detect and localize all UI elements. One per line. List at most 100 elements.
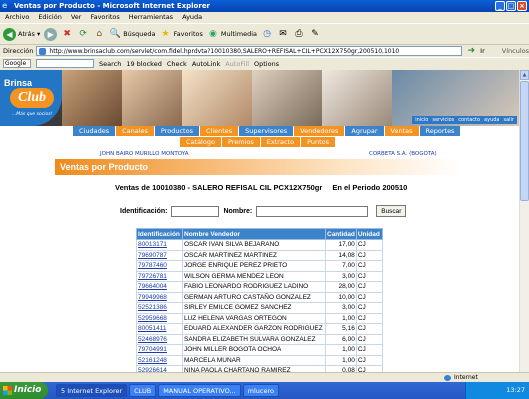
- nav-ventas[interactable]: Ventas: [384, 126, 420, 136]
- col-unidad[interactable]: Unidad: [355, 228, 383, 240]
- search-button[interactable]: 🔍 Búsqueda: [109, 28, 156, 40]
- cell-cantidad: 1,00: [325, 344, 357, 356]
- star-icon: ★: [161, 29, 170, 39]
- nav-ciudades[interactable]: Ciudades: [73, 126, 117, 136]
- cell-cantidad: 7,00: [325, 260, 357, 272]
- refresh-icon[interactable]: ⟳: [77, 28, 89, 40]
- cell-identificacion[interactable]: 79787460: [136, 260, 183, 272]
- cell-cantidad: 28,00: [325, 281, 357, 293]
- task-mlucero[interactable]: mlucero: [242, 384, 279, 397]
- menu-archivo[interactable]: Archivo: [5, 12, 29, 23]
- col-identificacion[interactable]: Identificación: [136, 228, 183, 240]
- cell-nombre: LUZ HELENA VARGAS ORTEGON: [182, 312, 326, 324]
- site-banner: Brinsa Club ...Más que socios! inicio se…: [0, 70, 519, 126]
- search-button[interactable]: Buscar: [376, 205, 407, 217]
- nav-salir[interactable]: salir: [503, 117, 514, 123]
- go-button[interactable]: Ir: [480, 47, 485, 55]
- name-input[interactable]: [256, 205, 369, 217]
- spell-check-button[interactable]: Check: [167, 60, 187, 68]
- go-arrow-icon[interactable]: ➜: [465, 45, 477, 57]
- brinsa-club-logo[interactable]: Brinsa Club ...Más que socios!: [0, 70, 62, 126]
- nav-vendedores[interactable]: Vendedores: [294, 126, 346, 136]
- cell-cantidad: 17,00: [325, 239, 357, 251]
- nav-supervisores[interactable]: Supervisores: [239, 126, 295, 136]
- cell-identificacion[interactable]: 52959668: [136, 312, 183, 324]
- menu-favoritos[interactable]: Favoritos: [90, 12, 119, 23]
- nav-productos[interactable]: Productos: [154, 126, 200, 136]
- maximize-button[interactable]: □: [506, 1, 516, 11]
- nav-inicio[interactable]: inicio: [415, 117, 428, 123]
- cell-identificacion[interactable]: 79664004: [136, 281, 183, 293]
- cell-cantidad: 6,00: [325, 333, 357, 345]
- table-row: 79704991 JOHN MILLER BOGOTA OCHOA 1,00 CJ: [136, 344, 383, 356]
- google-search-input[interactable]: [36, 59, 94, 68]
- nav-agrupar[interactable]: Agrupar: [345, 126, 385, 136]
- cell-identificacion[interactable]: 79704991: [136, 344, 183, 356]
- vertical-scrollbar[interactable]: ▲ ▼: [519, 70, 529, 382]
- nav-extracto[interactable]: Extracto: [260, 137, 302, 147]
- task-club[interactable]: CLUB: [129, 384, 157, 397]
- nav-contacto[interactable]: contacto: [458, 117, 480, 123]
- id-input[interactable]: [171, 205, 220, 217]
- home-icon[interactable]: ⌂: [93, 28, 105, 40]
- cell-identificacion[interactable]: 79690787: [136, 249, 183, 261]
- stop-icon[interactable]: ✖: [61, 28, 73, 40]
- cell-identificacion[interactable]: 52521386: [136, 302, 183, 314]
- cell-identificacion[interactable]: 80013171: [136, 239, 183, 251]
- popup-blocker[interactable]: 19 blocked: [126, 60, 161, 68]
- browser-window: e Ventas por Producto - Microsoft Intern…: [0, 0, 529, 399]
- edit-icon[interactable]: ✎: [309, 28, 321, 40]
- menu-edicion[interactable]: Edición: [38, 12, 62, 23]
- options-button[interactable]: Options: [254, 60, 279, 68]
- cell-identificacion[interactable]: 79726781: [136, 270, 183, 282]
- user-name: JOHN BAIRO MURILLO MONTOYA: [100, 151, 189, 157]
- task-manual-operativo[interactable]: MANUAL OPERATIVO...: [158, 384, 241, 397]
- nav-premios[interactable]: Premios: [221, 137, 261, 147]
- banner-photo: [62, 70, 122, 126]
- nav-canales[interactable]: Canales: [116, 126, 155, 136]
- address-input[interactable]: http://www.brinsaclub.com/servlet/com.fi…: [36, 46, 463, 56]
- google-menu[interactable]: Google: [3, 59, 31, 68]
- nav-puntos[interactable]: Puntos: [301, 137, 337, 147]
- task-internet-explorer[interactable]: 5 Internet Explorer: [56, 384, 128, 397]
- close-button[interactable]: ×: [517, 1, 527, 11]
- cell-identificacion[interactable]: 52161248: [136, 354, 183, 366]
- google-search-button[interactable]: Search: [99, 60, 121, 68]
- menu-ver[interactable]: Ver: [71, 12, 82, 23]
- forward-button[interactable]: ▶: [44, 27, 58, 41]
- scroll-up-button[interactable]: ▲: [520, 70, 529, 80]
- col-cantidad[interactable]: Cantidad: [325, 228, 357, 240]
- minimize-button[interactable]: _: [495, 1, 505, 11]
- favorites-button[interactable]: ★ Favoritos: [160, 28, 202, 40]
- nav-clientes[interactable]: Clientes: [199, 126, 240, 136]
- nav-catalogo[interactable]: Catálogo: [180, 137, 222, 147]
- menu-herramientas[interactable]: Herramientas: [129, 12, 173, 23]
- scroll-thumb[interactable]: [520, 81, 529, 201]
- company-name: CORBETA S.A. (BOGOTA): [369, 151, 437, 157]
- cell-identificacion[interactable]: 52468976: [136, 333, 183, 345]
- print-icon[interactable]: ⎙: [293, 28, 305, 40]
- cell-identificacion[interactable]: 79949968: [136, 291, 183, 303]
- window-title: Ventas por Producto - Microsoft Internet…: [14, 2, 211, 10]
- links-label[interactable]: Vínculos: [502, 47, 529, 55]
- cell-identificacion[interactable]: 80051411: [136, 323, 183, 335]
- col-nombre-vendedor[interactable]: Nombre Vendedor: [182, 228, 326, 240]
- cell-unidad: CJ: [355, 260, 383, 272]
- cell-nombre: OSCAR MARTINEZ MARTINEZ: [182, 249, 326, 261]
- table-body: 80013171 OSCAR IVAN SILVA BEJARANO 17,00 CJ…: [136, 239, 383, 377]
- autofill-button[interactable]: AutoFill: [225, 60, 249, 68]
- history-icon[interactable]: ◷: [261, 28, 273, 40]
- banner-photo: [322, 70, 392, 126]
- menu-ayuda[interactable]: Ayuda: [182, 12, 202, 23]
- start-button[interactable]: Inicio: [0, 382, 48, 399]
- table-row: 52161248 MARCELA MUNAR 1,00 CJ: [136, 354, 383, 366]
- mail-icon[interactable]: ✉: [277, 28, 289, 40]
- back-button[interactable]: ◀ Atrás ▾: [3, 27, 40, 41]
- multimedia-button[interactable]: ◉ Multimedia: [207, 28, 257, 40]
- nav-reportes[interactable]: Reportes: [419, 126, 462, 136]
- address-bar: Dirección http://www.brinsaclub.com/serv…: [0, 45, 529, 57]
- cell-cantidad: 3,00: [325, 302, 357, 314]
- nav-ayuda[interactable]: ayuda: [484, 117, 499, 123]
- autolink-button[interactable]: AutoLink: [192, 60, 220, 68]
- nav-servicios[interactable]: servicios: [432, 117, 454, 123]
